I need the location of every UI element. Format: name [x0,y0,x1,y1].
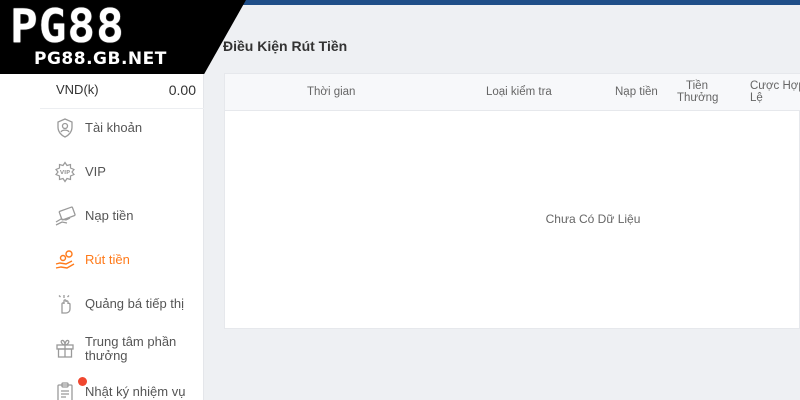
column-header-bonus: Tiền Thưởng [677,80,719,104]
balance-amount: 0.00 [168,82,196,98]
sidebar-item-label: Nạp tiền [85,208,134,223]
sidebar-item-vip[interactable]: VIP VIP [54,153,204,193]
table-viewport: Thời gian Loại kiểm tra Nạp tiền Tiền Th… [225,74,800,330]
deposit-money-icon [54,205,76,227]
sidebar-item-account[interactable]: Tài khoản [54,109,204,149]
withdraw-hand-icon [54,249,76,271]
gift-icon [54,337,76,359]
vip-badge-icon: VIP [54,161,76,183]
brand-logo[interactable]: PG88 PG88.GB.NET [0,0,246,74]
sidebar-item-label: Quảng bá tiếp thị [85,296,185,311]
sidebar-item-promotion[interactable]: Quảng bá tiếp thị [54,285,204,325]
balance-row: VND(k) 0.00 [56,80,196,100]
column-header-time: Thời gian [307,86,356,98]
logo-sub-text: PG88.GB.NET [34,49,167,69]
page-title: Điều Kiện Rút Tiền [223,38,348,54]
sidebar-item-deposit[interactable]: Nạp tiền [54,197,204,237]
user-shield-icon [54,117,76,139]
svg-text:VIP: VIP [60,170,70,176]
sidebar-item-label: Nhật ký nhiệm vụ [85,384,186,399]
clipboard-icon [54,381,76,400]
column-header-check-type: Loại kiểm tra [486,86,552,98]
sidebar-item-label: Trung tâm phần thưởng [85,334,177,363]
empty-state-text: Chưa Có Dữ Liệu [545,212,641,226]
sidebar-item-label: VIP [85,164,106,179]
sidebar-item-label: Tài khoản [85,120,143,135]
table-header: Thời gian Loại kiểm tra Nạp tiền Tiền Th… [225,74,800,111]
sidebar-item-rewards[interactable]: Trung tâm phần thưởng [54,329,204,369]
balance-currency: VND(k) [56,82,99,97]
sidebar-item-withdraw[interactable]: Rút tiền [54,241,204,281]
withdraw-conditions-table: Thời gian Loại kiểm tra Nạp tiền Tiền Th… [224,73,800,329]
sidebar-item-task-log[interactable]: Nhật ký nhiệm vụ [54,373,204,400]
column-header-deposit: Nạp tiền [615,86,658,98]
logo-main-text: PG88 [10,0,125,53]
column-header-valid-bet: Cược Hợp Lệ [750,80,800,104]
sidebar-item-label: Rút tiền [85,252,130,267]
page: VND(k) 0.00 Tài khoản VIP VIP Nạp tiền R… [0,0,800,400]
promo-hand-icon [54,293,76,315]
